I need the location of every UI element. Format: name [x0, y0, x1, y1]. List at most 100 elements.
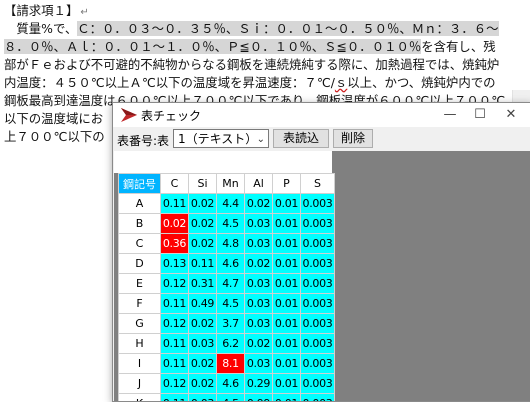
- table-cell[interactable]: 0.01: [273, 194, 301, 214]
- table-cell[interactable]: 0.02: [245, 194, 273, 214]
- table-cell[interactable]: 0.03: [245, 314, 273, 334]
- table-cell[interactable]: 0.01: [273, 294, 301, 314]
- table-cell[interactable]: 0.02: [189, 314, 217, 334]
- minimize-button[interactable]: —: [435, 105, 465, 125]
- document-line: 部がＦｅおよび不可避的不純物からなる鋼板を連続焼純する際に、加熱過程では、焼鈍炉: [4, 56, 499, 74]
- table-cell[interactable]: 0.003: [301, 334, 335, 354]
- table-cell[interactable]: 4.4: [217, 194, 245, 214]
- table-cell[interactable]: 0.12: [161, 374, 189, 394]
- document-line: 内温度：４５０℃以上Ａ℃以下の温度域を昇温速度：７℃/ｓ以上、かつ、焼鈍炉内での: [4, 74, 496, 92]
- table-cell[interactable]: 0.99: [245, 394, 273, 402]
- table-cell[interactable]: 0.29: [245, 374, 273, 394]
- table-cell[interactable]: 4.7: [217, 274, 245, 294]
- row-header[interactable]: B: [119, 214, 161, 234]
- table-cell[interactable]: 4.8: [217, 234, 245, 254]
- table-cell[interactable]: 0.03: [245, 234, 273, 254]
- table-cell[interactable]: 0.03: [189, 334, 217, 354]
- table-cell[interactable]: 0.01: [273, 334, 301, 354]
- table-cell[interactable]: 4.5: [217, 394, 245, 402]
- table-cell[interactable]: 0.01: [273, 354, 301, 374]
- column-header[interactable]: Al: [245, 174, 273, 194]
- table-cell[interactable]: 4.6: [217, 374, 245, 394]
- table-cell[interactable]: 0.003: [301, 354, 335, 374]
- table-cell[interactable]: 0.003: [301, 234, 335, 254]
- table-cell[interactable]: 4.6: [217, 254, 245, 274]
- table-cell[interactable]: 0.03: [189, 394, 217, 402]
- row-header[interactable]: D: [119, 254, 161, 274]
- column-header[interactable]: Si: [189, 174, 217, 194]
- table-cell[interactable]: 0.01: [273, 314, 301, 334]
- row-header[interactable]: H: [119, 334, 161, 354]
- table-cell[interactable]: 0.003: [301, 274, 335, 294]
- column-header[interactable]: C: [161, 174, 189, 194]
- table-cell[interactable]: 0.003: [301, 394, 335, 402]
- row-header[interactable]: J: [119, 374, 161, 394]
- document-line: 上７００℃以下の: [4, 128, 105, 146]
- flagged-cell[interactable]: 0.02: [161, 214, 189, 234]
- close-button[interactable]: ✕: [496, 105, 526, 125]
- row-header[interactable]: I: [119, 354, 161, 374]
- table-cell[interactable]: 0.003: [301, 214, 335, 234]
- table-cell[interactable]: 0.003: [301, 374, 335, 394]
- row-header[interactable]: E: [119, 274, 161, 294]
- flagged-cell[interactable]: 0.36: [161, 234, 189, 254]
- table-cell[interactable]: 0.03: [245, 294, 273, 314]
- table-cell[interactable]: 0.003: [301, 254, 335, 274]
- flagged-cell[interactable]: 8.1: [217, 354, 245, 374]
- table-cell[interactable]: 0.02: [245, 254, 273, 274]
- table-cell[interactable]: 0.03: [245, 214, 273, 234]
- table-number-select[interactable]: 1（テキスト） ⌄: [173, 129, 269, 148]
- column-header-steel-code[interactable]: 鋼記号: [119, 174, 161, 194]
- table-cell[interactable]: 0.02: [189, 214, 217, 234]
- table-row: I0.110.028.10.030.010.003: [119, 354, 335, 374]
- table-cell[interactable]: 0.03: [245, 354, 273, 374]
- table-cell[interactable]: 0.12: [161, 314, 189, 334]
- column-header[interactable]: P: [273, 174, 301, 194]
- table-cell[interactable]: 0.003: [301, 314, 335, 334]
- row-header[interactable]: G: [119, 314, 161, 334]
- table-cell[interactable]: 0.02: [189, 234, 217, 254]
- row-header[interactable]: K: [119, 394, 161, 402]
- table-cell[interactable]: 0.31: [189, 274, 217, 294]
- document-text: 上７００℃以下の: [4, 129, 105, 144]
- row-header[interactable]: C: [119, 234, 161, 254]
- table-cell[interactable]: 0.02: [245, 334, 273, 354]
- table-cell[interactable]: 0.11: [161, 334, 189, 354]
- table-row: K0.110.034.50.990.010.003: [119, 394, 335, 402]
- document-text: ｓ: [335, 75, 347, 90]
- table-cell[interactable]: 0.003: [301, 294, 335, 314]
- table-cell[interactable]: 0.02: [189, 374, 217, 394]
- table-cell[interactable]: 0.11: [161, 354, 189, 374]
- table-cell[interactable]: 0.01: [273, 234, 301, 254]
- table-cell[interactable]: 0.12: [161, 274, 189, 294]
- table-cell[interactable]: 0.003: [301, 194, 335, 214]
- row-header[interactable]: A: [119, 194, 161, 214]
- table-cell[interactable]: 0.11: [161, 394, 189, 402]
- column-header[interactable]: Mn: [217, 174, 245, 194]
- table-cell[interactable]: 6.2: [217, 334, 245, 354]
- table-cell[interactable]: 0.01: [273, 374, 301, 394]
- table-cell[interactable]: 0.02: [189, 194, 217, 214]
- table-cell[interactable]: 0.13: [161, 254, 189, 274]
- table-cell[interactable]: 4.5: [217, 294, 245, 314]
- dialog-titlebar[interactable]: 表チェック — ☐ ✕: [113, 103, 530, 127]
- table-cell[interactable]: 0.11: [189, 254, 217, 274]
- row-header[interactable]: F: [119, 294, 161, 314]
- dialog-title: 表チェック: [141, 107, 201, 124]
- delete-button[interactable]: 削除: [333, 129, 373, 148]
- table-cell[interactable]: 0.01: [273, 254, 301, 274]
- read-table-button[interactable]: 表読込: [273, 129, 329, 148]
- table-cell[interactable]: 0.01: [273, 274, 301, 294]
- table-cell[interactable]: 0.11: [161, 294, 189, 314]
- column-header[interactable]: S: [301, 174, 335, 194]
- table-cell[interactable]: 4.5: [217, 214, 245, 234]
- table-cell[interactable]: 0.11: [161, 194, 189, 214]
- table-cell[interactable]: 0.02: [189, 354, 217, 374]
- table-cell[interactable]: 0.03: [245, 274, 273, 294]
- maximize-button[interactable]: ☐: [465, 105, 495, 125]
- table-cell[interactable]: 0.01: [273, 394, 301, 402]
- table-cell[interactable]: 0.49: [189, 294, 217, 314]
- table-row: A0.110.024.40.020.010.003: [119, 194, 335, 214]
- table-cell[interactable]: 3.7: [217, 314, 245, 334]
- table-cell[interactable]: 0.01: [273, 214, 301, 234]
